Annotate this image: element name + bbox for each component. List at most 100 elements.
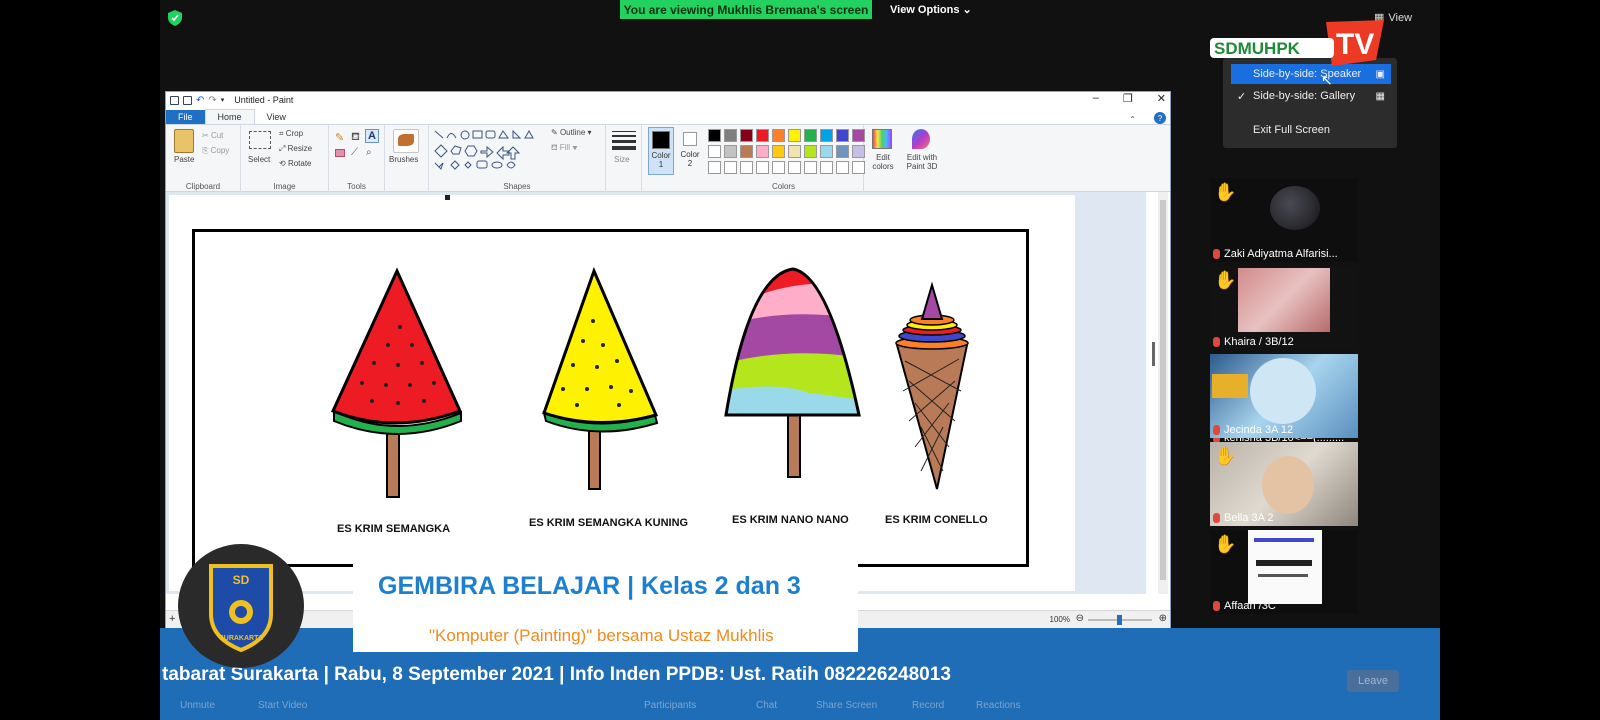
participant-tile-bella[interactable]: ✋ Bella 3A 2 [1210,442,1358,526]
palette-swatch[interactable] [836,129,849,142]
size-lines-icon[interactable] [612,131,636,150]
palette-swatch[interactable] [804,129,817,142]
label-conello: ES KRIM CONELLO [885,514,988,526]
zoom-slider-thumb[interactable] [1117,615,1122,625]
color2-swatch[interactable]: Color 2 [678,127,702,175]
palette-swatch[interactable] [724,161,737,174]
zoom-in-icon[interactable]: ⊕ [1159,613,1167,624]
crop-button[interactable]: ⌗ Crop [279,129,303,139]
brush-icon[interactable] [393,129,419,153]
close-icon[interactable]: ✕ [1157,92,1166,105]
rotate-button[interactable]: ⟲ Rotate [279,159,312,168]
participant-tile-zaki[interactable]: ✋ Zaki Adiyatma Alfarisi... [1210,178,1358,262]
raised-hand-icon: ✋ [1214,446,1237,466]
raised-hand-icon: ✋ [1214,270,1237,290]
palette-swatch[interactable] [724,145,737,158]
muted-mic-icon [1213,337,1220,347]
view-options-button[interactable]: View Options ⌄ [890,3,972,16]
palette-swatch[interactable] [836,161,849,174]
palette-swatch[interactable] [788,129,801,142]
maximize-icon[interactable]: ❐ [1123,92,1133,105]
palette-swatch[interactable] [740,145,753,158]
drawing-canvas[interactable]: ES KRIM SEMANGKA ES KRIM SEMANGKA KUNING… [169,195,1075,591]
palette-swatch[interactable] [740,129,753,142]
palette-swatch[interactable] [788,145,801,158]
palette-swatch[interactable] [756,129,769,142]
fill-dropdown[interactable]: ⛾ Fill ▾ [551,143,578,153]
palette-swatch[interactable] [836,145,849,158]
badge-city-text: SURAKARTA [219,635,263,642]
palette-swatch[interactable] [756,161,769,174]
menu-item-exit-full-screen[interactable]: Exit Full Screen [1231,120,1391,140]
minimize-icon[interactable]: – [1093,92,1099,105]
scrollbar-thumb[interactable] [1160,200,1166,580]
palette-swatch[interactable] [772,161,785,174]
color-picker-icon[interactable]: ⟋ [351,147,358,158]
palette-swatch[interactable] [740,161,753,174]
security-shield-icon[interactable] [168,10,182,26]
vertical-scrollbar[interactable] [1158,192,1168,594]
palette-swatch[interactable] [756,145,769,158]
cut-button[interactable]: ✂ Cut [202,131,223,140]
paint3d-icon[interactable] [912,129,930,149]
palette-swatch[interactable] [820,145,833,158]
palette-swatch[interactable] [804,161,817,174]
start-video-button[interactable]: Start Video [258,700,307,711]
palette-swatch[interactable] [820,129,833,142]
palette-swatch[interactable] [820,161,833,174]
copy-button[interactable]: ⎘ Copy [202,146,229,156]
checkmark-icon: ✓ [1237,90,1247,103]
brushes-button[interactable]: Brushes [389,155,418,164]
paste-button[interactable]: Paste [174,155,194,164]
palette-swatch[interactable] [708,161,721,174]
record-button[interactable]: Record [912,700,944,711]
save-icon[interactable] [183,95,192,105]
edit-with-paint3d-button[interactable]: Edit with Paint 3D [900,153,944,171]
tab-file[interactable]: File [166,110,205,124]
resize-button[interactable]: ⤢ Resize [279,144,312,154]
share-screen-button[interactable]: Share Screen [816,700,877,711]
help-icon[interactable]: ? [1154,112,1166,124]
eraser-icon[interactable] [335,149,345,157]
text-tool-icon[interactable]: A [365,129,379,143]
chat-button[interactable]: Chat [756,700,777,711]
quick-access-dropdown-icon[interactable]: ▾ [221,96,225,104]
color1-swatch[interactable]: Color 1 [648,127,674,175]
splitter-handle[interactable] [1152,342,1155,366]
palette-swatch[interactable] [772,129,785,142]
participant-tile-khaira[interactable]: ✋ Khaira / 3B/12 [1210,266,1358,350]
menu-item-label: Side-by-side: Gallery [1253,90,1356,102]
palette-swatch[interactable] [772,145,785,158]
reactions-button[interactable]: Reactions [976,700,1020,711]
paint-app-icon [170,95,179,105]
edit-colors-button[interactable]: Edit colors [868,153,898,171]
tab-home[interactable]: Home [204,109,255,124]
size-button[interactable]: Size [614,155,630,164]
participant-tile-affaan[interactable]: ✋ Affaan /3C [1210,530,1358,614]
select-icon[interactable] [249,131,271,149]
select-button[interactable]: Select [248,155,270,164]
undo-icon[interactable]: ↶ [196,95,204,106]
edit-colors-icon[interactable] [872,129,892,149]
magnifier-icon[interactable]: ⌕ [366,147,372,158]
pencil-icon[interactable]: ✎ [335,131,344,144]
participants-button[interactable]: Participants [644,700,696,711]
unmute-button[interactable]: Unmute [180,700,215,711]
palette-swatch[interactable] [788,161,801,174]
menu-item-side-by-side-gallery[interactable]: ✓ Side-by-side: Gallery ▦ [1231,86,1391,106]
palette-swatch[interactable] [724,129,737,142]
program-subtitle: "Komputer (Painting)" bersama Ustaz Mukh… [429,626,774,645]
tab-view[interactable]: View [255,110,298,124]
palette-swatch[interactable] [804,145,817,158]
palette-swatch[interactable] [708,129,721,142]
paste-icon[interactable] [174,129,194,153]
zoom-out-icon[interactable]: ⊖ [1076,613,1084,624]
redo-icon[interactable]: ↷ [208,95,216,106]
fill-bucket-icon[interactable]: ⛾ [351,131,360,145]
palette-swatch[interactable] [708,145,721,158]
shapes-gallery-icon[interactable] [433,129,545,171]
collapse-ribbon-icon[interactable]: ⌃ [1129,115,1136,124]
participant-tile-jecinda[interactable]: Jecinda 3A 12 [1210,354,1358,438]
leave-button[interactable]: Leave [1347,670,1399,692]
outline-dropdown[interactable]: ✎ Outline ▾ [551,128,592,137]
